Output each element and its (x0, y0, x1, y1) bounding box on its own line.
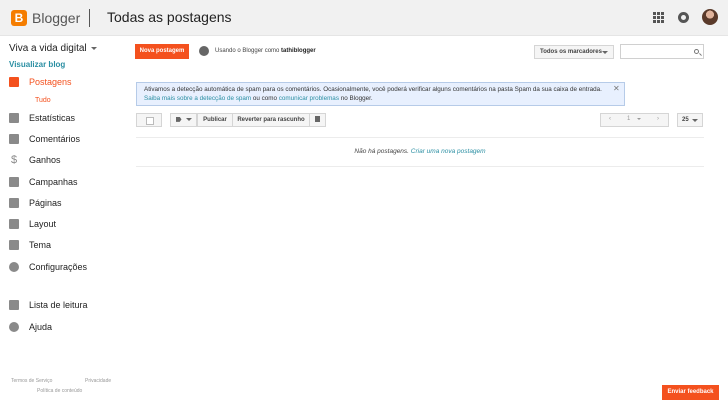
theme-icon (9, 240, 19, 250)
sidebar-item-label: Ganhos (29, 155, 61, 165)
using-as-text: Usando o Blogger como tathiblogger (215, 48, 316, 54)
blog-selector[interactable]: Viva a vida digital (9, 43, 97, 54)
empty-text: Não há postagens. (354, 148, 409, 155)
revert-to-draft-button[interactable]: Reverter para rascunho (232, 113, 310, 127)
sidebar-item-label: Postagens (29, 77, 72, 87)
pagination: ‹ 1 › (600, 113, 669, 127)
notice-suffix: no Blogger. (340, 94, 373, 102)
sidebar-item-label: Lista de leitura (29, 300, 88, 310)
chevron-down-icon (90, 46, 97, 50)
sidebar-item-reading-list[interactable]: Lista de leitura (9, 298, 88, 312)
pages-icon (9, 198, 19, 208)
help-icon (9, 322, 19, 332)
empty-state: Não há postagens. Criar uma nova postage… (136, 148, 704, 155)
sidebar-item-help[interactable]: Ajuda (9, 320, 52, 334)
page-number[interactable]: 1 (627, 116, 630, 122)
sidebar-subitem-all[interactable]: Tudo (35, 97, 51, 104)
campaigns-icon (9, 177, 19, 187)
new-post-button[interactable]: Nova postagem (135, 44, 189, 59)
terms-link[interactable]: Termos de Serviço (11, 378, 52, 384)
per-page-dropdown[interactable]: 25 (677, 113, 703, 127)
view-blog-link[interactable]: Visualizar blog (9, 60, 65, 69)
sidebar-item-label: Campanhas (29, 177, 78, 187)
dollar-icon: $ (10, 154, 18, 166)
sidebar-item-label: Estatísticas (29, 113, 76, 123)
chevron-left-icon[interactable]: ‹ (609, 116, 611, 122)
top-bar: B Blogger Todas as postagens (0, 0, 728, 36)
chevron-down-icon (602, 51, 608, 54)
create-post-link[interactable]: Criar uma nova postagem (411, 148, 486, 155)
sidebar-item-comments[interactable]: Comentários (9, 132, 80, 146)
sidebar-item-label: Tema (29, 240, 52, 250)
comments-icon (9, 134, 19, 144)
trash-icon (315, 116, 320, 123)
notice-text: Ativamos a detecção automática de spam p… (144, 86, 602, 93)
spam-notice: Ativamos a detecção automática de spam p… (136, 82, 625, 106)
chevron-down-icon (185, 117, 192, 121)
close-icon[interactable]: ✕ (613, 84, 620, 93)
settings-icon (9, 262, 19, 272)
tag-icon (175, 116, 182, 122)
posts-icon (9, 77, 19, 87)
search-input[interactable] (620, 44, 704, 59)
sidebar-item-label: Layout (29, 219, 57, 229)
stats-icon (9, 113, 19, 123)
sidebar-item-earnings[interactable]: $ Ganhos (9, 153, 61, 167)
sidebar-item-campaigns[interactable]: Campanhas (9, 175, 78, 189)
divider (136, 166, 704, 167)
per-page-value: 25 (682, 117, 689, 123)
labels-dropdown[interactable]: Todos os marcadores (534, 45, 614, 59)
blog-name: Viva a vida digital (9, 43, 87, 54)
content-policy-link[interactable]: Política de conteúdo (37, 388, 82, 394)
divider (136, 137, 704, 138)
chevron-down-icon (692, 119, 698, 122)
sidebar-item-theme[interactable]: Tema (9, 238, 51, 252)
sidebar-item-pages[interactable]: Páginas (9, 196, 62, 210)
search-icon[interactable] (694, 49, 699, 54)
page-title: Todas as postagens (107, 9, 232, 25)
avatar[interactable] (702, 9, 718, 25)
chevron-right-icon[interactable]: › (657, 116, 659, 122)
brand-name[interactable]: Blogger (32, 10, 80, 26)
username: tathiblogger (281, 48, 316, 54)
sidebar-item-label: Configurações (29, 262, 88, 272)
notifications-icon[interactable] (678, 12, 689, 23)
labels-dropdown-label: Todos os marcadores (540, 49, 602, 55)
layout-icon (9, 219, 19, 229)
spam-detection-link[interactable]: Saiba mais sobre a detecção de spam (144, 95, 251, 102)
header-divider (89, 9, 90, 27)
notice-middle: ou como (252, 94, 278, 102)
sidebar-item-layout[interactable]: Layout (9, 217, 56, 231)
apps-grid-icon[interactable] (653, 12, 664, 23)
send-feedback-button[interactable]: Enviar feedback (662, 385, 719, 400)
sidebar-item-settings[interactable]: Configurações (9, 260, 87, 274)
delete-button[interactable] (309, 113, 326, 127)
sidebar-item-posts[interactable]: Postagens (9, 75, 72, 89)
using-prefix: Usando o Blogger como (215, 48, 280, 54)
sidebar-item-stats[interactable]: Estatísticas (9, 111, 75, 125)
sidebar-item-label: Ajuda (29, 322, 53, 332)
bookmark-icon (9, 300, 19, 310)
sidebar-item-label: Comentários (29, 134, 81, 144)
report-problems-link[interactable]: comunicar problemas (279, 95, 339, 102)
privacy-link[interactable]: Privacidade (85, 378, 111, 384)
blogger-logo-icon[interactable]: B (11, 10, 27, 26)
user-avatar-icon (199, 46, 209, 56)
publish-button[interactable]: Publicar (197, 113, 233, 127)
labels-button[interactable] (170, 113, 197, 127)
select-all-checkbox[interactable] (136, 113, 162, 127)
sidebar-item-label: Páginas (29, 198, 62, 208)
page-caret-icon (637, 118, 641, 120)
